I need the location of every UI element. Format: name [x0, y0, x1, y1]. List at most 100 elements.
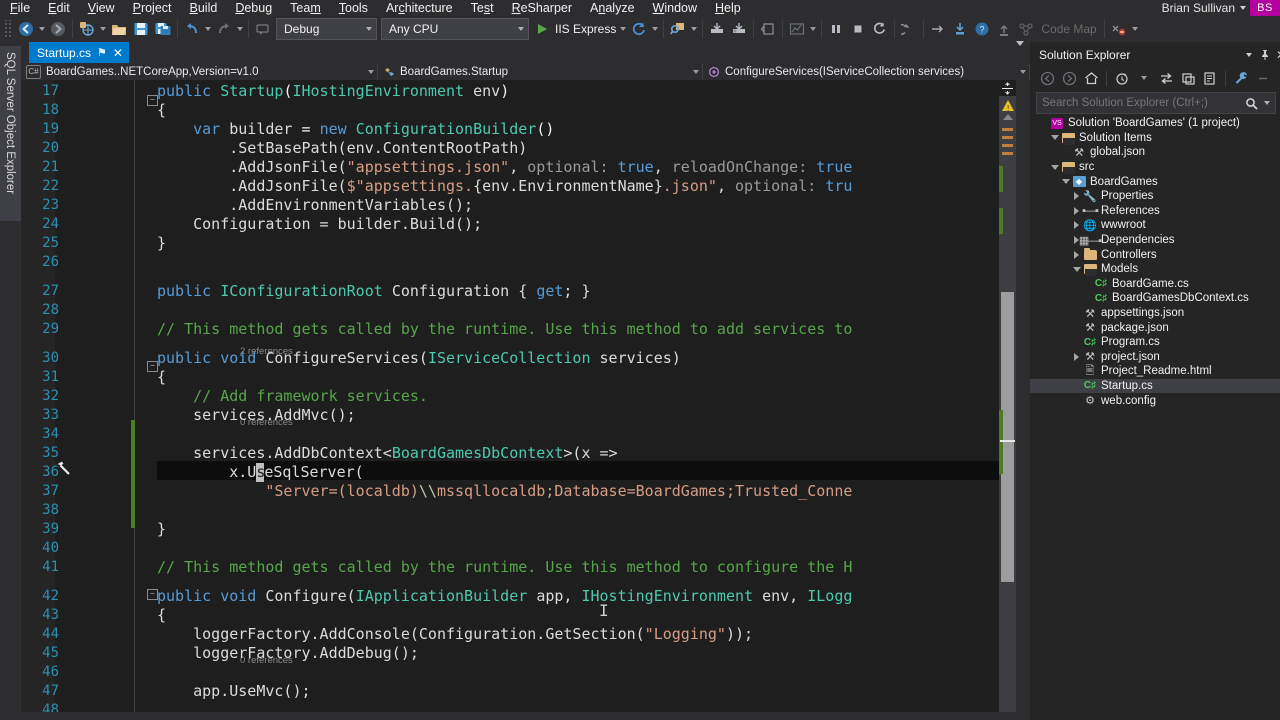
menu-item-window[interactable]: Window: [644, 0, 706, 16]
code-editor[interactable]: − − − 2 references 0 references 0 refere…: [21, 80, 1030, 712]
properties-wrench-icon[interactable]: [1231, 68, 1251, 88]
account-badge[interactable]: BS: [1250, 0, 1280, 16]
tree-item[interactable]: ◆ BoardGames: [1030, 174, 1280, 189]
code-text-area[interactable]: 17 public Startup(IHostingEnvironment env…: [21, 80, 996, 712]
menu-item-edit[interactable]: Edit: [39, 0, 79, 16]
tree-item[interactable]: Solution Items: [1030, 131, 1280, 146]
navigate-forward-icon[interactable]: [47, 18, 69, 40]
start-debug-play-icon[interactable]: [531, 18, 553, 40]
new-project-dropdown[interactable]: [98, 18, 108, 40]
stop-icon[interactable]: [847, 18, 869, 40]
chevron-right-icon[interactable]: [1071, 189, 1082, 203]
toolbar-grip[interactable]: [3, 20, 13, 38]
new-thread-icon[interactable]: [757, 18, 779, 40]
navbar-member-dropdown[interactable]: ConfigureServices(IServiceCollection ser…: [703, 63, 1030, 80]
step-into-icon[interactable]: [949, 18, 971, 40]
code-map-icon[interactable]: [1015, 18, 1037, 40]
tree-item[interactable]: Models: [1030, 262, 1280, 277]
unknown-help-icon[interactable]: ?: [971, 18, 993, 40]
tree-item[interactable]: ⚒ package.json: [1030, 320, 1280, 335]
tree-item[interactable]: C♯ BoardGamesDbContext.cs: [1030, 291, 1280, 306]
tree-item[interactable]: C♯ BoardGame.cs: [1030, 277, 1280, 292]
tree-item[interactable]: ▪—▪ References: [1030, 204, 1280, 219]
navbar-type-dropdown[interactable]: BoardGames.Startup: [378, 63, 703, 80]
chevron-right-icon[interactable]: [1071, 350, 1082, 364]
menu-item-architecture[interactable]: Architecture: [377, 0, 462, 16]
forward-icon[interactable]: [1059, 68, 1079, 88]
tree-item[interactable]: VS Solution 'BoardGames' (1 project): [1030, 116, 1280, 131]
sql-server-object-explorer-tab[interactable]: SQL Server Object Explorer: [0, 46, 21, 221]
panel-menu-icon[interactable]: [1241, 47, 1257, 63]
refresh-icon[interactable]: [628, 18, 650, 40]
breakpoint-all-icon[interactable]: [706, 18, 728, 40]
close-icon[interactable]: ✕: [113, 47, 123, 59]
collapse-all-icon[interactable]: [1178, 68, 1198, 88]
menu-item-team[interactable]: Team: [281, 0, 330, 16]
start-debug-dropdown[interactable]: [618, 18, 628, 40]
menu-item-debug[interactable]: Debug: [226, 0, 281, 16]
tree-item[interactable]: 🔧 Properties: [1030, 189, 1280, 204]
find-dropdown[interactable]: [689, 18, 699, 40]
refresh-windows-icon[interactable]: [898, 18, 920, 40]
user-account[interactable]: Brian Sullivan: [1162, 0, 1246, 16]
tab-overflow-button[interactable]: [1016, 41, 1024, 60]
menu-item-view[interactable]: View: [79, 0, 124, 16]
tree-item[interactable]: ⚒ project.json: [1030, 350, 1280, 365]
open-file-icon[interactable]: [108, 18, 130, 40]
redo-icon[interactable]: [213, 18, 235, 40]
chevron-down-icon[interactable]: [1049, 131, 1060, 145]
watch-dropdown[interactable]: [808, 18, 818, 40]
tree-item[interactable]: 🖹 Project_Readme.html: [1030, 364, 1280, 379]
tree-item[interactable]: C♯ Startup.cs: [1030, 378, 1280, 394]
tree-item[interactable]: src: [1030, 160, 1280, 175]
chevron-right-icon[interactable]: [1071, 248, 1082, 262]
scroll-up-arrow-icon[interactable]: [1003, 114, 1013, 120]
watch-chart-icon[interactable]: [786, 18, 808, 40]
sync-with-active-document-icon[interactable]: [1156, 68, 1176, 88]
chevron-down-icon[interactable]: [1060, 175, 1071, 189]
menu-item-tools[interactable]: Tools: [330, 0, 377, 16]
find-in-files-icon[interactable]: [667, 18, 689, 40]
menu-item-build[interactable]: Build: [181, 0, 227, 16]
toolbar-overflow[interactable]: [1130, 18, 1140, 40]
tree-item[interactable]: ⚙ web.config: [1030, 393, 1280, 408]
search-icon[interactable]: [1243, 94, 1259, 112]
tab-startup-cs[interactable]: Startup.cs ⚑ ✕: [29, 42, 129, 63]
start-debug-label[interactable]: IIS Express: [553, 22, 618, 36]
menu-item-project[interactable]: Project: [124, 0, 181, 16]
show-all-files-icon[interactable]: [1200, 68, 1220, 88]
redo-dropdown[interactable]: [235, 18, 245, 40]
code-map-label[interactable]: Code Map: [1037, 22, 1100, 36]
new-project-icon[interactable]: [76, 18, 98, 40]
pending-changes-icon[interactable]: [1112, 68, 1132, 88]
tree-item[interactable]: 🌐 wwwroot: [1030, 218, 1280, 233]
undo-icon[interactable]: [181, 18, 203, 40]
undo-dropdown[interactable]: [203, 18, 213, 40]
split-view-button[interactable]: [999, 80, 1016, 96]
comment-icon[interactable]: [252, 18, 274, 40]
chevron-down-icon[interactable]: [1071, 262, 1082, 276]
navigate-backward-dropdown[interactable]: [37, 18, 47, 40]
menu-item-file[interactable]: File: [0, 0, 39, 16]
tree-item[interactable]: C♯ Program.cs: [1030, 335, 1280, 350]
tree-item[interactable]: Controllers: [1030, 247, 1280, 262]
chevron-down-icon[interactable]: [1134, 68, 1154, 88]
solution-configuration-combo[interactable]: Debug: [276, 18, 377, 40]
tree-item[interactable]: ⚒ appsettings.json: [1030, 306, 1280, 321]
delete-breakpoints-icon[interactable]: [728, 18, 750, 40]
tree-item[interactable]: ⚒ global.json: [1030, 145, 1280, 160]
search-solution-explorer[interactable]: [1036, 92, 1276, 114]
search-input[interactable]: [1037, 96, 1243, 110]
editor-vertical-scrollbar[interactable]: !: [999, 80, 1016, 712]
step-out-icon[interactable]: [993, 18, 1015, 40]
save-icon[interactable]: [130, 18, 152, 40]
menu-item-help[interactable]: Help: [706, 0, 750, 16]
chevron-right-icon[interactable]: [1071, 204, 1082, 218]
chevron-right-icon[interactable]: [1071, 218, 1082, 232]
menu-item-test[interactable]: Test: [462, 0, 503, 16]
preview-selected-items-icon[interactable]: [1253, 68, 1273, 88]
pin-icon[interactable]: ⚑: [97, 46, 107, 59]
restart-icon[interactable]: [869, 18, 891, 40]
menu-item-resharper[interactable]: ReSharper: [503, 0, 581, 16]
menu-item-analyze[interactable]: Analyze: [581, 0, 643, 16]
